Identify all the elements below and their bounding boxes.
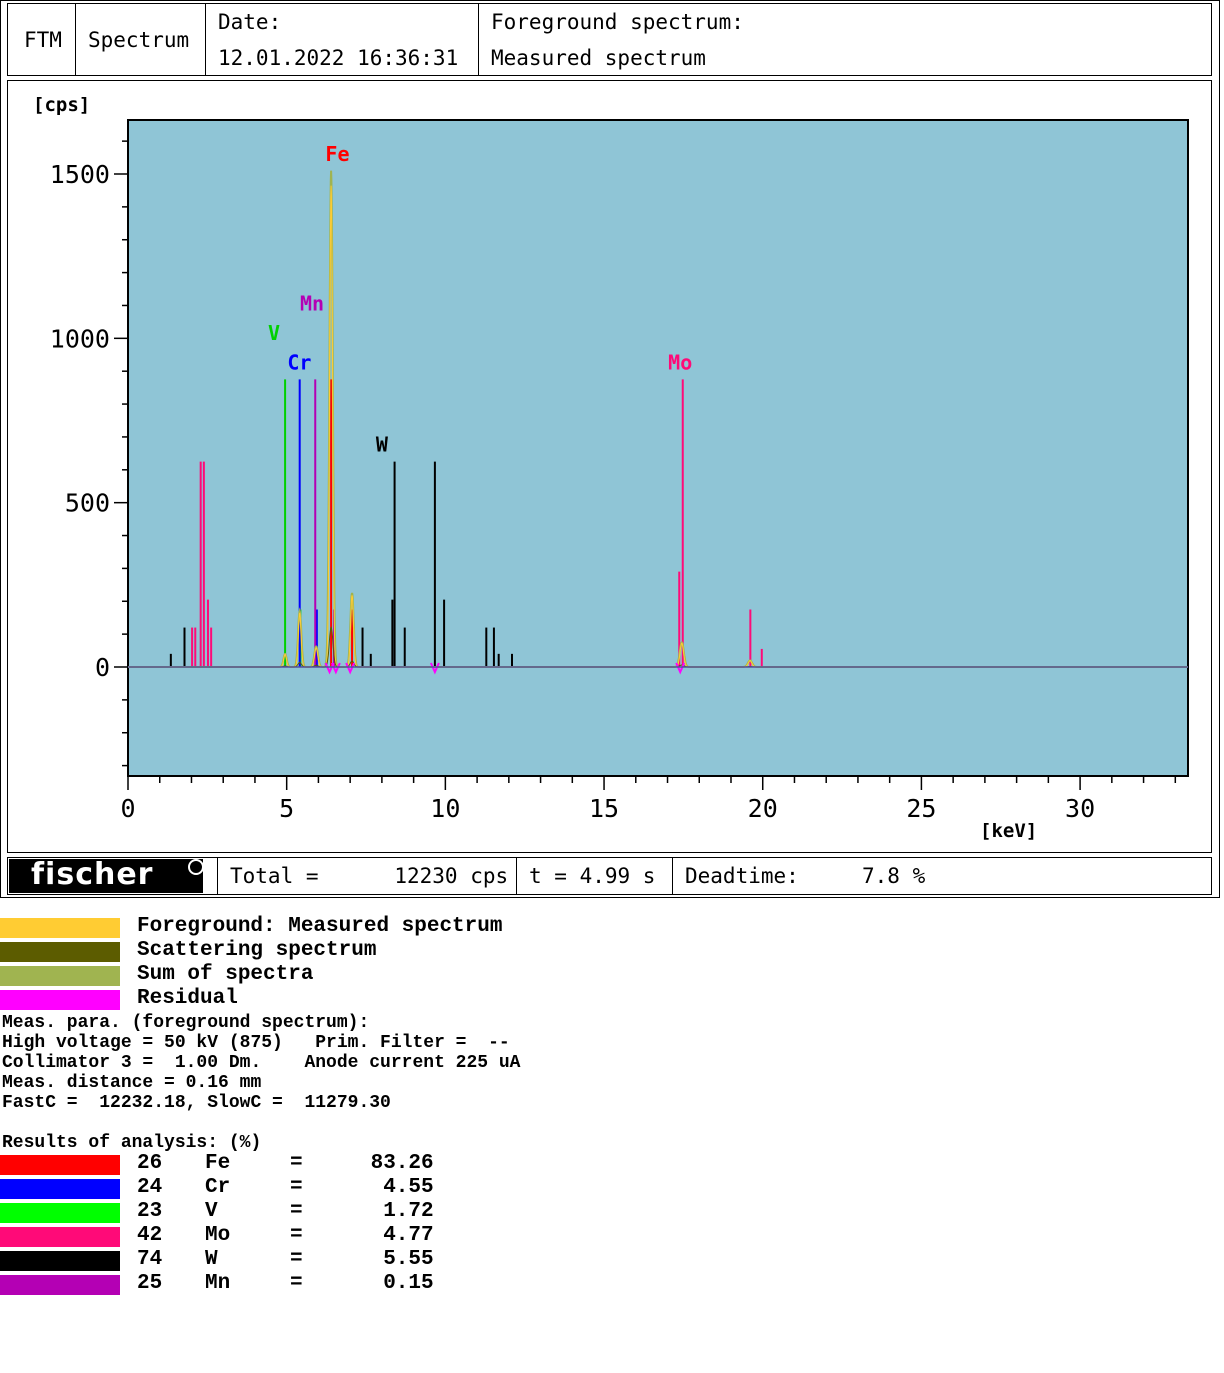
x-tick-label: 0 xyxy=(120,794,135,823)
element-label-mn: Mn xyxy=(300,291,324,315)
legend-swatch xyxy=(0,990,120,1010)
params-line: Meas. distance = 0.16 mm xyxy=(2,1073,262,1093)
result-atomic-number: 25 xyxy=(137,1272,163,1295)
x-tick-label: 20 xyxy=(748,794,778,823)
element-label-v: V xyxy=(268,321,280,345)
result-row-cr: 24 Cr = 4.55 xyxy=(0,1176,600,1201)
legend-swatch xyxy=(0,966,120,986)
results-title: Results of analysis: (%) xyxy=(2,1133,262,1153)
legend-item: Sum of spectra xyxy=(0,963,900,988)
result-swatch xyxy=(0,1179,120,1199)
x-tick-label: 10 xyxy=(430,794,460,823)
result-value: 4.77 xyxy=(358,1224,434,1247)
result-element: Fe xyxy=(205,1152,231,1175)
y-tick-label: 1500 xyxy=(50,160,110,189)
legend-label: Scattering spectrum xyxy=(137,939,377,962)
measure-time: t = 4.99 s xyxy=(529,864,656,888)
result-equals: = xyxy=(290,1272,303,1295)
x-tick-label: 15 xyxy=(589,794,619,823)
result-row-fe: 26 Fe = 83.26 xyxy=(0,1152,600,1177)
result-element: W xyxy=(205,1248,218,1271)
params-line: Collimator 3 = 1.00 Dm. Anode current 22… xyxy=(2,1053,521,1073)
result-swatch xyxy=(0,1251,120,1271)
x-tick-label: 25 xyxy=(906,794,936,823)
legend-swatch xyxy=(0,918,120,938)
x-axis-label: [keV] xyxy=(980,820,1037,842)
result-atomic-number: 24 xyxy=(137,1176,163,1199)
result-value: 1.72 xyxy=(358,1200,434,1223)
spectrum-chart: 0 500 1000 1500 0 5 10 15 20 25 30 Fe Mn V Cr W Mo [cps… xyxy=(33,94,1189,842)
y-tick-label: 0 xyxy=(95,653,110,682)
y-tick-label: 1000 xyxy=(50,324,110,353)
y-tick-label: 500 xyxy=(65,489,110,518)
result-equals: = xyxy=(290,1224,303,1247)
result-equals: = xyxy=(290,1176,303,1199)
result-swatch xyxy=(0,1155,120,1175)
result-swatch xyxy=(0,1275,120,1295)
result-row-w: 74 W = 5.55 xyxy=(0,1248,600,1273)
x-tick-label: 5 xyxy=(279,794,294,823)
legend-label: Foreground: Measured spectrum xyxy=(137,915,503,938)
result-value: 5.55 xyxy=(358,1248,434,1271)
result-row-mo: 42 Mo = 4.77 xyxy=(0,1224,600,1249)
legend-item: Scattering spectrum xyxy=(0,939,900,964)
element-label-mo: Mo xyxy=(668,351,692,375)
legend-item: Foreground: Measured spectrum xyxy=(0,915,900,940)
params-title: Meas. para. (foreground spectrum): xyxy=(2,1013,370,1033)
params-line: FastC = 12232.18, SlowC = 11279.30 xyxy=(2,1093,391,1113)
total-counts: Total = 12230 cps xyxy=(230,864,509,888)
result-atomic-number: 26 xyxy=(137,1152,163,1175)
footer-total-cell: Total = 12230 cps xyxy=(217,857,517,895)
fischer-logo-text: fischer xyxy=(31,857,154,892)
footer-time-cell: t = 4.99 s xyxy=(516,857,673,895)
result-atomic-number: 74 xyxy=(137,1248,163,1271)
footer-logo-cell: fischer xyxy=(7,857,218,895)
footer-deadtime-cell: Deadtime: 7.8 % xyxy=(672,857,1212,895)
legend-swatch xyxy=(0,942,120,962)
y-axis-label: [cps] xyxy=(33,94,90,116)
plot-area xyxy=(127,119,1189,777)
result-row-v: 23 V = 1.72 xyxy=(0,1200,600,1225)
result-swatch xyxy=(0,1203,120,1223)
params-line: High voltage = 50 kV (875) Prim. Filter … xyxy=(2,1033,510,1053)
legend-item: Residual xyxy=(0,987,900,1012)
fischer-logo: fischer xyxy=(9,857,203,893)
legend-label: Sum of spectra xyxy=(137,963,314,986)
result-equals: = xyxy=(290,1152,303,1175)
result-value: 0.15 xyxy=(358,1272,434,1295)
result-value: 83.26 xyxy=(358,1152,434,1175)
result-row-mn: 25 Mn = 0.15 xyxy=(0,1272,600,1297)
element-label-cr: Cr xyxy=(287,351,311,375)
result-atomic-number: 42 xyxy=(137,1224,163,1247)
result-element: Mo xyxy=(205,1224,231,1247)
result-atomic-number: 23 xyxy=(137,1200,163,1223)
result-value: 4.55 xyxy=(358,1176,434,1199)
result-element: Cr xyxy=(205,1176,231,1199)
element-label-w: W xyxy=(376,433,389,457)
legend-label: Residual xyxy=(137,987,238,1010)
deadtime: Deadtime: 7.8 % xyxy=(685,864,926,888)
result-element: Mn xyxy=(205,1272,231,1295)
result-swatch xyxy=(0,1227,120,1247)
registered-mark-icon xyxy=(188,859,204,875)
x-tick-label: 30 xyxy=(1065,794,1095,823)
result-equals: = xyxy=(290,1200,303,1223)
element-label-fe: Fe xyxy=(325,142,349,166)
result-element: V xyxy=(205,1200,218,1223)
result-equals: = xyxy=(290,1248,303,1271)
